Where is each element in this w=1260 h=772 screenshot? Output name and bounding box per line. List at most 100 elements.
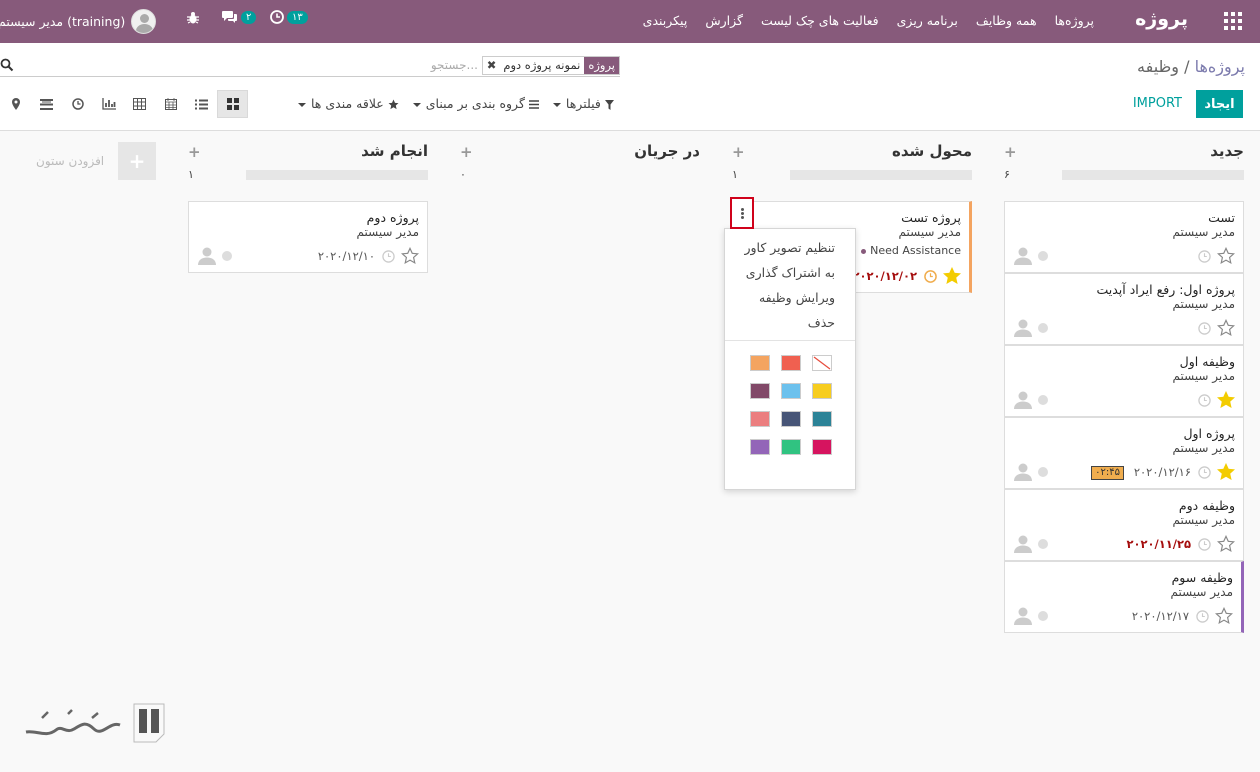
star-icon[interactable]	[1217, 463, 1235, 481]
status-dot[interactable]	[222, 251, 232, 261]
breadcrumb-projects[interactable]: پروژه‌ها	[1195, 57, 1245, 76]
color-swatch[interactable]	[750, 411, 770, 427]
search-icon[interactable]	[0, 58, 14, 72]
color-swatch[interactable]	[781, 355, 801, 371]
activity-menu[interactable]: ۱۳	[270, 10, 308, 24]
column-progressbar[interactable]	[1062, 170, 1244, 180]
menu-configuration[interactable]: پیکربندی	[643, 13, 688, 28]
star-icon[interactable]	[1217, 391, 1235, 409]
menu-planning[interactable]: برنامه ریزی	[897, 13, 958, 28]
list-icon	[195, 99, 208, 109]
kanban-card[interactable]: پروژه اول مدیر سیستم ۲۰۲۰/۱۲/۱۶ ۰۲:۴۵	[1004, 417, 1244, 489]
kanban-card[interactable]: پروژه اول: رفع ایراد آپدیت مدیر سیستم	[1004, 273, 1244, 345]
status-dot[interactable]	[1038, 323, 1048, 333]
group-by-dropdown[interactable]: گروه بندی بر مبنای	[412, 96, 539, 111]
column-title[interactable]: محول شده	[892, 142, 972, 160]
star-icon[interactable]	[943, 267, 961, 285]
user-icon[interactable]	[1013, 607, 1033, 625]
status-dot[interactable]	[1038, 395, 1048, 405]
star-icon[interactable]	[1217, 247, 1235, 265]
graph-view-button[interactable]	[93, 90, 124, 118]
map-view-button[interactable]	[0, 90, 31, 118]
kanban-card[interactable]: وظیفه دوم مدیر سیستم ۲۰۲۰/۱۱/۲۵	[1004, 489, 1244, 561]
column-count: ۱	[732, 168, 738, 181]
add-column-label[interactable]: افزودن ستون	[36, 154, 104, 168]
pivot-view-button[interactable]	[124, 90, 155, 118]
color-swatch[interactable]	[750, 439, 770, 455]
status-dot[interactable]	[1038, 251, 1048, 261]
color-swatch[interactable]	[781, 383, 801, 399]
clock-icon[interactable]	[382, 250, 395, 263]
clock-icon[interactable]	[1198, 322, 1211, 335]
list-view-button[interactable]	[186, 90, 217, 118]
color-swatch[interactable]	[750, 383, 770, 399]
color-swatch-none[interactable]	[812, 355, 832, 371]
quick-create-icon[interactable]: +	[732, 143, 745, 161]
menu-reporting[interactable]: گزارش	[705, 13, 743, 28]
menu-set-cover-image[interactable]: تنظیم تصویر کاور	[744, 240, 835, 255]
user-icon[interactable]	[1013, 391, 1033, 409]
status-dot[interactable]	[1038, 467, 1048, 477]
user-icon[interactable]	[197, 247, 217, 265]
star-icon[interactable]	[401, 247, 419, 265]
column-title[interactable]: در جریان	[634, 142, 700, 160]
no-color-icon	[813, 356, 831, 370]
kanban-card[interactable]: وظیفه سوم مدیر سیستم ۲۰۲۰/۱۲/۱۷	[1004, 561, 1244, 633]
messaging-menu[interactable]: ۲	[221, 10, 257, 24]
calendar-view-button[interactable]	[155, 90, 186, 118]
clock-icon[interactable]	[1198, 538, 1211, 551]
menu-delete[interactable]: حذف	[808, 315, 835, 330]
status-dot[interactable]	[1038, 539, 1048, 549]
card-menu-button[interactable]	[730, 197, 754, 229]
app-switcher-icon[interactable]	[1224, 12, 1242, 30]
color-swatch[interactable]	[812, 411, 832, 427]
quick-create-icon[interactable]: +	[1004, 143, 1017, 161]
star-icon[interactable]	[1217, 535, 1235, 553]
clock-icon[interactable]	[1198, 250, 1211, 263]
user-icon[interactable]	[1013, 535, 1033, 553]
activity-view-button[interactable]	[62, 90, 93, 118]
import-button[interactable]: IMPORT	[1133, 96, 1182, 111]
filters-dropdown[interactable]: فیلترها	[552, 96, 614, 111]
star-icon[interactable]	[1215, 607, 1233, 625]
star-icon[interactable]	[1217, 319, 1235, 337]
user-icon[interactable]	[1013, 463, 1033, 481]
menu-checklist-activities[interactable]: فعالیت های چک لیست	[761, 13, 879, 28]
quick-create-icon[interactable]: +	[460, 143, 473, 161]
kanban-view-button[interactable]	[217, 90, 248, 118]
user-menu[interactable]: مدیر سیستم (training)	[0, 0, 157, 43]
column-progressbar[interactable]	[790, 170, 972, 180]
debug-menu[interactable]	[186, 11, 200, 25]
search-input[interactable]: جستجو...	[431, 58, 478, 72]
color-swatch[interactable]	[750, 355, 770, 371]
gantt-view-button[interactable]	[31, 90, 62, 118]
user-icon[interactable]	[1013, 247, 1033, 265]
favorites-dropdown[interactable]: علاقه مندی ها	[298, 96, 399, 111]
column-progressbar[interactable]	[246, 170, 428, 180]
clock-icon[interactable]	[1198, 466, 1211, 479]
kanban-card[interactable]: تست مدیر سیستم	[1004, 201, 1244, 273]
menu-edit-task[interactable]: ویرایش وظیفه	[759, 290, 835, 305]
menu-share[interactable]: به اشتراک گذاری	[746, 265, 835, 280]
add-column-button[interactable]: +	[118, 142, 156, 180]
clock-icon[interactable]	[1196, 610, 1209, 623]
create-button[interactable]: ایجاد	[1196, 90, 1243, 118]
clock-icon[interactable]	[1198, 394, 1211, 407]
column-title[interactable]: جدید	[1210, 142, 1244, 160]
column-title[interactable]: انجام شد	[361, 142, 428, 160]
user-icon[interactable]	[1013, 319, 1033, 337]
kanban-card[interactable]: پروژه دوم مدیر سیستم ۲۰۲۰/۱۲/۱۰	[188, 201, 428, 273]
clock-icon[interactable]	[924, 270, 937, 283]
quick-create-icon[interactable]: +	[188, 143, 201, 161]
color-swatch[interactable]	[812, 439, 832, 455]
menu-all-tasks[interactable]: همه وظایف	[976, 13, 1037, 28]
calendar-icon	[164, 98, 177, 110]
color-swatch[interactable]	[781, 439, 801, 455]
search-bar[interactable]: پروژه نمونه پروژه دوم ✖ جستجو...	[0, 55, 620, 77]
facet-remove-icon[interactable]: ✖	[483, 57, 500, 74]
status-dot[interactable]	[1038, 611, 1048, 621]
kanban-card[interactable]: وظیفه اول مدیر سیستم	[1004, 345, 1244, 417]
color-swatch[interactable]	[781, 411, 801, 427]
color-swatch[interactable]	[812, 383, 832, 399]
menu-projects[interactable]: پروژه‌ها	[1055, 13, 1094, 28]
